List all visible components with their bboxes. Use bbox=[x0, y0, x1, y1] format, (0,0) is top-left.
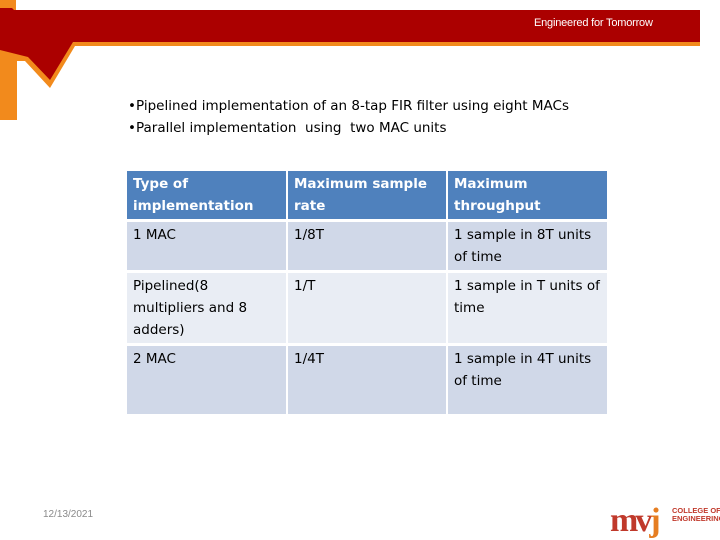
table-cell: 1/T bbox=[288, 273, 446, 343]
college-logo: mvj COLLEGE OF ENGINEERING bbox=[610, 504, 720, 540]
logo-mark: mvj bbox=[610, 502, 661, 539]
table-cell: 1/8T bbox=[288, 222, 446, 270]
bullet-item: •Pipelined implementation of an 8-tap FI… bbox=[128, 95, 569, 117]
bullet-item: •Parallel implementation using two MAC u… bbox=[128, 117, 569, 139]
table-header-cell: Maximum sample rate bbox=[288, 171, 446, 219]
table-row: 1 MAC 1/8T 1 sample in 8T units of time bbox=[127, 222, 607, 270]
bullet-dot-icon: • bbox=[128, 120, 136, 136]
table-row: 2 MAC 1/4T 1 sample in 4T units of time bbox=[127, 346, 607, 414]
logo-text: COLLEGE OF ENGINEERING bbox=[672, 506, 720, 523]
table-header-cell: Type of implementation bbox=[127, 171, 286, 219]
table-cell: Pipelined(8 multipliers and 8 adders) bbox=[127, 273, 286, 343]
table-header-cell: Maximum throughput bbox=[448, 171, 607, 219]
table-cell: 1 MAC bbox=[127, 222, 286, 270]
header-tagline: Engineered for Tomorrow bbox=[534, 17, 653, 29]
bullet-dot-icon: • bbox=[128, 98, 136, 114]
table-row: Pipelined(8 multipliers and 8 adders) 1/… bbox=[127, 273, 607, 343]
table-cell: 1 sample in 8T units of time bbox=[448, 222, 607, 270]
table-cell: 1 sample in 4T units of time bbox=[448, 346, 607, 414]
table-header-row: Type of implementation Maximum sample ra… bbox=[127, 171, 607, 219]
table-cell: 1/4T bbox=[288, 346, 446, 414]
bullet-list: •Pipelined implementation of an 8-tap FI… bbox=[128, 95, 569, 139]
slide-date: 12/13/2021 bbox=[43, 509, 94, 520]
table-cell: 2 MAC bbox=[127, 346, 286, 414]
implementation-table: Type of implementation Maximum sample ra… bbox=[125, 168, 609, 417]
table-cell: 1 sample in T units of time bbox=[448, 273, 607, 343]
